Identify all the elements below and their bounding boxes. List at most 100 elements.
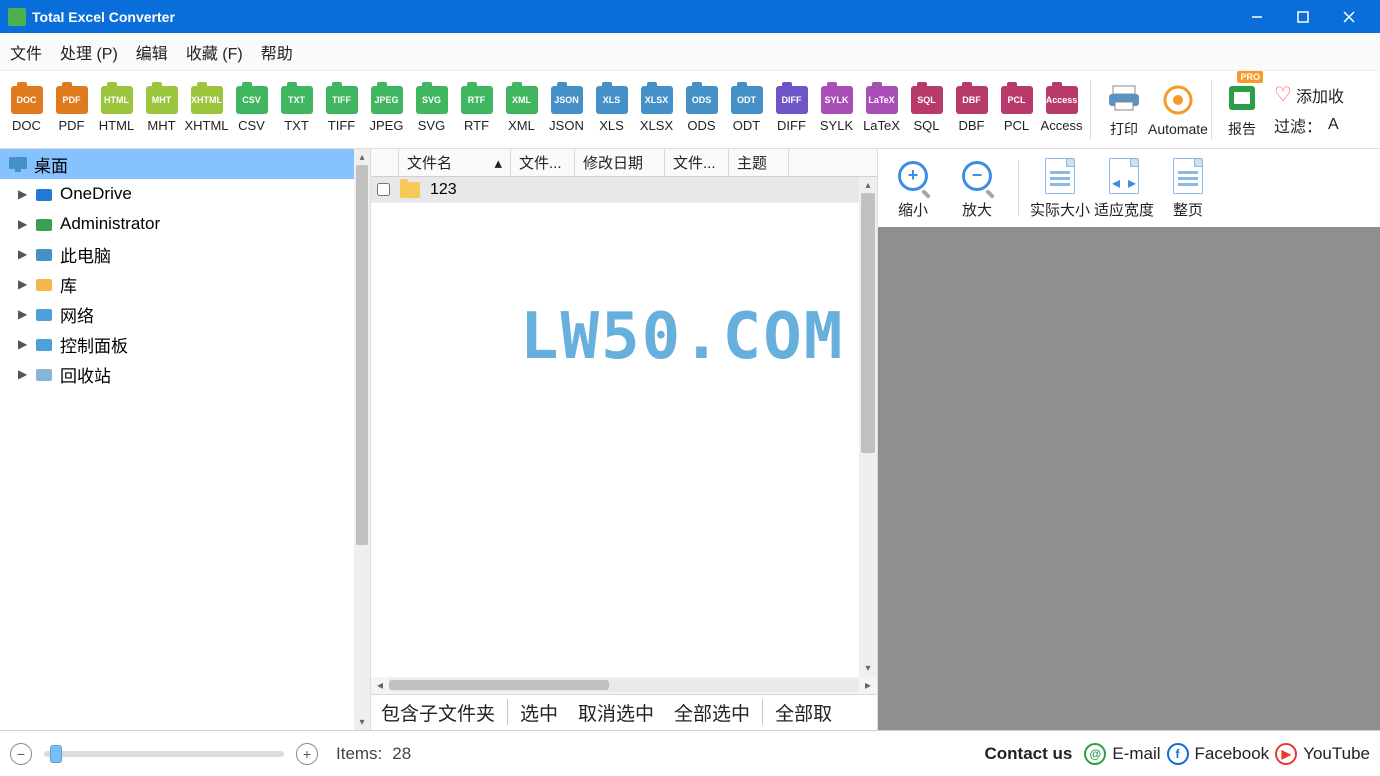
scroll-thumb[interactable] <box>861 193 875 453</box>
expander-icon[interactable]: ▶ <box>18 307 30 321</box>
tree-item-2[interactable]: ▶此电脑 <box>0 239 354 269</box>
format-ods-button[interactable]: ODSODS <box>679 73 724 147</box>
menu-item-3[interactable]: 收藏 (F) <box>186 40 243 64</box>
scroll-down-arrow[interactable]: ▾ <box>859 661 877 677</box>
tree-item-1[interactable]: ▶Administrator <box>0 209 354 239</box>
format-xml-icon: XML <box>506 86 538 114</box>
tree-item-5[interactable]: ▶ 控制面板 <box>0 329 354 359</box>
zoom-2-button[interactable]: 实际大小 <box>1031 157 1089 220</box>
format-sylk-button[interactable]: SYLKSYLK <box>814 73 859 147</box>
expander-icon[interactable]: ▶ <box>18 217 30 231</box>
format-xls-button[interactable]: XLSXLS <box>589 73 634 147</box>
gear-icon <box>1161 83 1195 117</box>
menu-item-4[interactable]: 帮助 <box>261 40 293 64</box>
scroll-left-arrow[interactable]: ◂ <box>371 678 389 692</box>
file-row[interactable]: 123 <box>371 177 859 203</box>
format-csv-button[interactable]: CSVCSV <box>229 73 274 147</box>
format-tiff-button[interactable]: TIFFTIFF <box>319 73 364 147</box>
menu-item-2[interactable]: 编辑 <box>136 40 168 64</box>
tree-item-0[interactable]: ▶OneDrive <box>0 179 354 209</box>
format-json-button[interactable]: JSONJSON <box>544 73 589 147</box>
scroll-thumb[interactable] <box>356 165 368 545</box>
format-pcl-button[interactable]: PCLPCL <box>994 73 1039 147</box>
zoom-1-button[interactable]: −放大 <box>948 157 1006 220</box>
expander-icon[interactable]: ▶ <box>18 187 30 201</box>
facebook-icon[interactable]: f <box>1167 743 1189 765</box>
tree-label: 控制面板 <box>60 332 128 357</box>
menu-item-0[interactable]: 文件 <box>10 40 42 64</box>
email-icon[interactable]: @ <box>1084 743 1106 765</box>
zoom-4-button[interactable]: 整页 <box>1159 157 1217 220</box>
file-list[interactable]: 123 <box>371 177 859 203</box>
tree-item-4[interactable]: ▶网络 <box>0 299 354 329</box>
expander-icon[interactable]: ▶ <box>18 367 30 381</box>
format-dbf-button[interactable]: DBFDBF <box>949 73 994 147</box>
tree-scrollbar[interactable]: ▴ ▾ <box>354 149 370 730</box>
format-pdf-button[interactable]: PDFPDF <box>49 73 94 147</box>
minimize-button[interactable] <box>1234 0 1280 33</box>
scroll-down-arrow[interactable]: ▾ <box>354 714 370 730</box>
youtube-label[interactable]: YouTube <box>1303 744 1370 764</box>
print-button[interactable]: 打印 <box>1097 73 1151 147</box>
email-label[interactable]: E-mail <box>1112 744 1160 764</box>
format-pcl-icon: PCL <box>1001 86 1033 114</box>
column-header-3[interactable]: 文件... <box>665 149 729 176</box>
format-rtf-button[interactable]: RTFRTF <box>454 73 499 147</box>
maximize-button[interactable] <box>1280 0 1326 33</box>
format-xhtml-button[interactable]: XHTMLXHTML <box>184 73 229 147</box>
report-button[interactable]: PRO 报告 <box>1218 73 1266 147</box>
expander-icon[interactable]: ▶ <box>18 247 30 261</box>
format-xml-button[interactable]: XMLXML <box>499 73 544 147</box>
scroll-thumb[interactable] <box>389 680 609 690</box>
horizontal-scrollbar[interactable]: ◂ ▸ <box>371 677 877 694</box>
column-header-2[interactable]: 修改日期 <box>575 149 665 176</box>
checkbox-column[interactable] <box>371 149 399 176</box>
filter-value[interactable]: A <box>1328 116 1339 134</box>
format-access-button[interactable]: AccessAccess <box>1039 73 1084 147</box>
selection-button-1[interactable]: 选中 <box>510 695 568 730</box>
user-icon <box>34 214 54 234</box>
facebook-label[interactable]: Facebook <box>1195 744 1270 764</box>
selection-button-0[interactable]: 包含子文件夹 <box>371 695 505 730</box>
tree-item-desktop[interactable]: 桌面 <box>0 149 354 179</box>
format-doc-button[interactable]: DOCDOC <box>4 73 49 147</box>
scroll-up-arrow[interactable]: ▴ <box>354 149 370 165</box>
zoom-out-button[interactable]: − <box>10 743 32 765</box>
expander-icon[interactable]: ▶ <box>18 337 30 351</box>
scroll-up-arrow[interactable]: ▴ <box>859 177 877 193</box>
folder-tree[interactable]: 桌面▶OneDrive▶Administrator▶此电脑▶库▶网络▶控制面板▶… <box>0 149 354 730</box>
file-scrollbar[interactable]: ▴ ▾ <box>859 177 877 677</box>
tree-item-6[interactable]: ▶回收站 <box>0 359 354 389</box>
zoom-in-button[interactable]: + <box>296 743 318 765</box>
format-sql-button[interactable]: SQLSQL <box>904 73 949 147</box>
format-svg-button[interactable]: SVGSVG <box>409 73 454 147</box>
tree-item-3[interactable]: ▶库 <box>0 269 354 299</box>
add-favorite-button[interactable]: ♡ 添加收 <box>1274 82 1344 107</box>
menu-item-1[interactable]: 处理 (P) <box>60 40 118 64</box>
format-mht-button[interactable]: MHTMHT <box>139 73 184 147</box>
format-html-button[interactable]: HTMLHTML <box>94 73 139 147</box>
selection-button-3[interactable]: 全部选中 <box>664 695 760 730</box>
format-diff-button[interactable]: DIFFDIFF <box>769 73 814 147</box>
format-latex-button[interactable]: LaTeXLaTeX <box>859 73 904 147</box>
format-odt-button[interactable]: ODTODT <box>724 73 769 147</box>
selection-button-2[interactable]: 取消选中 <box>568 695 664 730</box>
zoom-0-button[interactable]: +缩小 <box>884 157 942 220</box>
expander-icon[interactable]: ▶ <box>18 277 30 291</box>
selection-button-4[interactable]: 全部取 <box>765 695 842 730</box>
zoom-3-button[interactable]: ◂▸适应宽度 <box>1095 157 1153 220</box>
zoom-slider[interactable] <box>44 751 284 757</box>
format-xlsx-button[interactable]: XLSXXLSX <box>634 73 679 147</box>
column-header-0[interactable]: 文件名▴ <box>399 149 511 176</box>
youtube-icon[interactable]: ▶ <box>1275 743 1297 765</box>
format-txt-button[interactable]: TXTTXT <box>274 73 319 147</box>
format-label: SQL <box>913 118 939 133</box>
row-checkbox[interactable] <box>377 183 390 196</box>
column-header-1[interactable]: 文件... <box>511 149 575 176</box>
automate-button[interactable]: Automate <box>1151 73 1205 147</box>
close-button[interactable] <box>1326 0 1372 33</box>
format-jpeg-button[interactable]: JPEGJPEG <box>364 73 409 147</box>
slider-thumb[interactable] <box>50 745 62 763</box>
column-header-4[interactable]: 主题 <box>729 149 789 176</box>
scroll-right-arrow[interactable]: ▸ <box>859 678 877 692</box>
